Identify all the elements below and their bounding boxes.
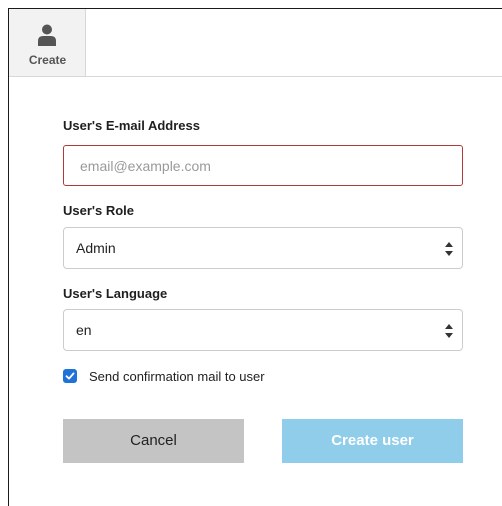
checkmark-icon (65, 372, 75, 380)
role-select[interactable]: Admin (63, 227, 463, 269)
cancel-button[interactable]: Cancel (63, 419, 244, 463)
send-confirmation-checkbox[interactable] (63, 369, 77, 383)
create-user-button[interactable]: Create user (282, 419, 463, 463)
role-field-label: User's Role (63, 203, 135, 218)
frame-border-left (8, 8, 9, 506)
email-field[interactable] (63, 145, 463, 186)
select-arrows-icon (444, 323, 454, 339)
language-field-label: User's Language (63, 286, 168, 301)
select-arrows-icon (444, 241, 454, 257)
language-select-value: en (76, 322, 92, 338)
language-select[interactable]: en (63, 309, 463, 351)
role-select-value: Admin (76, 240, 116, 256)
send-confirmation-label: Send confirmation mail to user (89, 369, 265, 384)
email-field-label: User's E-mail Address (63, 118, 201, 133)
user-icon (38, 24, 56, 46)
toolbar: Create (9, 9, 502, 77)
create-tool-button[interactable]: Create (9, 9, 86, 76)
create-tool-label: Create (28, 53, 67, 67)
